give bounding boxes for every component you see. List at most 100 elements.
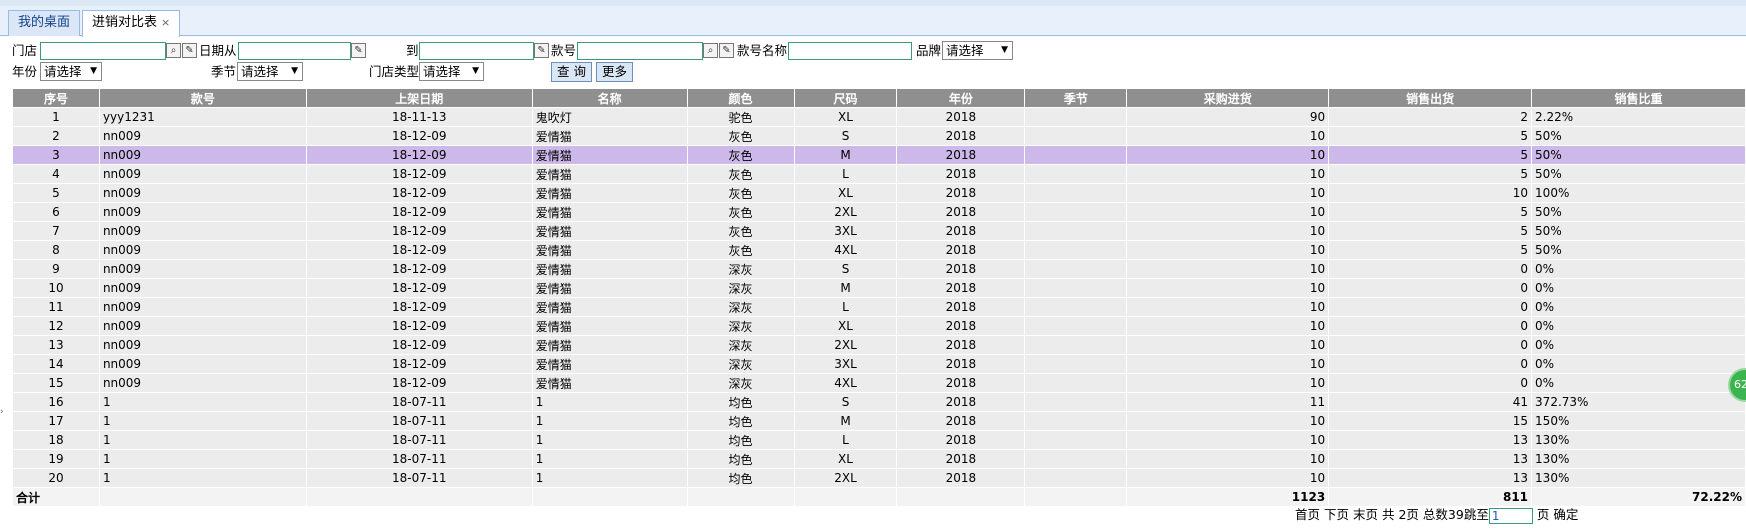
table-row[interactable]: 20 1 18-07-11 1 均色 2XL 2018 10 13 130%	[12, 468, 1746, 488]
search-icon[interactable]: ⌕	[166, 43, 181, 58]
table-row[interactable]: 18 1 18-07-11 1 均色 L 2018 10 13 130%	[12, 430, 1746, 450]
tab-my-desktop[interactable]: 我的桌面	[8, 10, 81, 36]
col-sales-cell: 13	[1328, 430, 1533, 450]
column-header-season[interactable]: 季节	[1024, 88, 1128, 108]
column-header-size[interactable]: 尺码	[793, 88, 898, 108]
col-color-cell: 深灰	[686, 335, 795, 355]
col-shelf-date-cell: 18-12-09	[305, 126, 533, 146]
table-row[interactable]: 1 yyy1231 18-11-13 鬼吹灯 驼色 XL 2018 90 2 2.22%	[12, 107, 1746, 127]
table-row[interactable]: 9 nn009 18-12-09 爱情猫 深灰 S 2018 10 0 0%	[12, 259, 1746, 279]
column-header-style-no[interactable]: 款号	[98, 88, 307, 108]
col-shelf-date-cell: 18-12-09	[305, 183, 533, 203]
season-select[interactable]: 请选择 ▼	[237, 62, 303, 81]
first-page-link[interactable]: 首页	[1295, 507, 1320, 522]
col-sales-cell: 0	[1328, 316, 1533, 336]
col-style-no-cell: 1	[98, 430, 307, 450]
style-name-input[interactable]	[788, 42, 912, 60]
table-row[interactable]: 4 nn009 18-12-09 爱情猫 灰色 L 2018 10 5 50%	[12, 164, 1746, 184]
column-header-color[interactable]: 颜色	[686, 88, 795, 108]
col-index-cell: 7	[12, 221, 100, 241]
column-header-year[interactable]: 年份	[896, 88, 1026, 108]
close-icon[interactable]: ×	[161, 16, 170, 29]
edit-icon[interactable]: ✎	[351, 43, 366, 58]
col-size-cell: XL	[793, 107, 898, 127]
table-row[interactable]: 10 nn009 18-12-09 爱情猫 深灰 M 2018 10 0 0%	[12, 278, 1746, 298]
col-ratio-cell: 50%	[1531, 126, 1746, 146]
col-index-cell: 6	[12, 202, 100, 222]
store-input[interactable]	[40, 42, 166, 60]
table-row[interactable]: 7 nn009 18-12-09 爱情猫 灰色 3XL 2018 10 5 50%	[12, 221, 1746, 241]
col-style-no-cell: 1	[98, 392, 307, 412]
edit-icon[interactable]: ✎	[719, 43, 734, 58]
col-style-no-cell: 1	[98, 468, 307, 488]
date-to-input[interactable]	[419, 42, 534, 60]
col-style-no-cell: nn009	[98, 278, 307, 298]
column-header-sales[interactable]: 销售出货	[1328, 88, 1533, 108]
table-row[interactable]: 14 nn009 18-12-09 爱情猫 深灰 3XL 2018 10 0 0%	[12, 354, 1746, 374]
search-icon[interactable]: ⌕	[703, 43, 718, 58]
col-style-no-cell: nn009	[98, 202, 307, 222]
table-row[interactable]: 16 1 18-07-11 1 均色 S 2018 11 41 372.73%	[12, 392, 1746, 412]
table-row[interactable]: 11 nn009 18-12-09 爱情猫 深灰 L 2018 10 0 0%	[12, 297, 1746, 317]
query-button[interactable]: 查 询	[551, 62, 592, 82]
col-ratio-cell: 0%	[1531, 316, 1746, 336]
col-size-cell: XL	[793, 316, 898, 336]
edit-icon[interactable]: ✎	[182, 43, 197, 58]
col-style-no-cell: nn009	[98, 183, 307, 203]
col-color-cell: 灰色	[686, 240, 795, 260]
col-ratio-cell: 100%	[1531, 183, 1746, 203]
page-jump-input[interactable]: 1	[1488, 507, 1533, 524]
store-type-select[interactable]: 请选择 ▼	[419, 62, 484, 81]
col-index-cell: 8	[12, 240, 100, 260]
table-row[interactable]: 17 1 18-07-11 1 均色 M 2018 10 15 150%	[12, 411, 1746, 431]
col-sales-cell: 13	[1328, 449, 1533, 469]
page-suffix: 页	[1536, 507, 1550, 522]
table-row[interactable]: 12 nn009 18-12-09 爱情猫 深灰 XL 2018 10 0 0%	[12, 316, 1746, 336]
column-header-index[interactable]: 序号	[12, 88, 100, 108]
col-season-cell	[1024, 316, 1128, 336]
table-row[interactable]: 2 nn009 18-12-09 爱情猫 灰色 S 2018 10 5 50%	[12, 126, 1746, 146]
col-name-cell: 爱情猫	[531, 373, 688, 393]
table-row[interactable]: 19 1 18-07-11 1 均色 XL 2018 10 13 130%	[12, 449, 1746, 469]
col-index-cell: 11	[12, 297, 100, 317]
table-row[interactable]: 5 nn009 18-12-09 爱情猫 灰色 XL 2018 10 10 100%	[12, 183, 1746, 203]
column-header-ratio[interactable]: 销售比重	[1531, 88, 1746, 108]
year-select[interactable]: 请选择 ▼	[40, 62, 102, 81]
table-header-row: 序号 款号 上架日期 名称 颜色 尺码 年份 季节 采购进货 销售出货 销售比重	[12, 88, 1746, 108]
brand-select[interactable]: 请选择 ▼	[942, 41, 1013, 60]
col-purchase-cell: 10	[1126, 449, 1330, 469]
col-index-cell: 2	[12, 126, 100, 146]
col-shelf-date-cell: 18-12-09	[305, 145, 533, 165]
col-year-cell: 2018	[896, 354, 1026, 374]
edit-icon[interactable]: ✎	[534, 43, 549, 58]
table-row[interactable]: 8 nn009 18-12-09 爱情猫 灰色 4XL 2018 10 5 50%	[12, 240, 1746, 260]
tab-sales-comparison[interactable]: 进销对比表 ×	[82, 10, 181, 37]
col-season-cell	[1024, 183, 1128, 203]
tab-bar: 我的桌面 进销对比表 ×	[0, 0, 1746, 37]
col-sales-cell: 0	[1328, 354, 1533, 374]
col-size-cell: 2XL	[793, 468, 898, 488]
col-ratio-cell: 0%	[1531, 278, 1746, 298]
col-sales-cell: 5	[1328, 164, 1533, 184]
more-button[interactable]: 更多	[596, 62, 633, 82]
col-purchase-cell: 10	[1126, 164, 1330, 184]
col-ratio-cell: 50%	[1531, 202, 1746, 222]
col-index-cell: 20	[12, 468, 100, 488]
next-page-link[interactable]: 下页	[1324, 507, 1349, 522]
last-page-link[interactable]: 末页	[1353, 507, 1378, 522]
table-row[interactable]: 15 nn009 18-12-09 爱情猫 深灰 4XL 2018 10 0 0%	[12, 373, 1746, 393]
table-row[interactable]: 3 nn009 18-12-09 爱情猫 灰色 M 2018 10 5 50%	[12, 145, 1746, 165]
col-ratio-cell: 0%	[1531, 297, 1746, 317]
col-purchase-cell: 10	[1126, 411, 1330, 431]
column-header-name[interactable]: 名称	[531, 88, 688, 108]
col-index-cell: 9	[12, 259, 100, 279]
table-row[interactable]: 13 nn009 18-12-09 爱情猫 深灰 2XL 2018 10 0 0%	[12, 335, 1746, 355]
date-from-input[interactable]	[238, 42, 351, 60]
style-no-input[interactable]	[577, 42, 703, 60]
column-header-shelf-date[interactable]: 上架日期	[305, 88, 533, 108]
col-year-cell: 2018	[896, 164, 1026, 184]
confirm-button[interactable]: 确定	[1553, 507, 1578, 522]
col-season-cell	[1024, 354, 1128, 374]
column-header-purchase[interactable]: 采购进货	[1126, 88, 1330, 108]
table-row[interactable]: 6 nn009 18-12-09 爱情猫 灰色 2XL 2018 10 5 50%	[12, 202, 1746, 222]
